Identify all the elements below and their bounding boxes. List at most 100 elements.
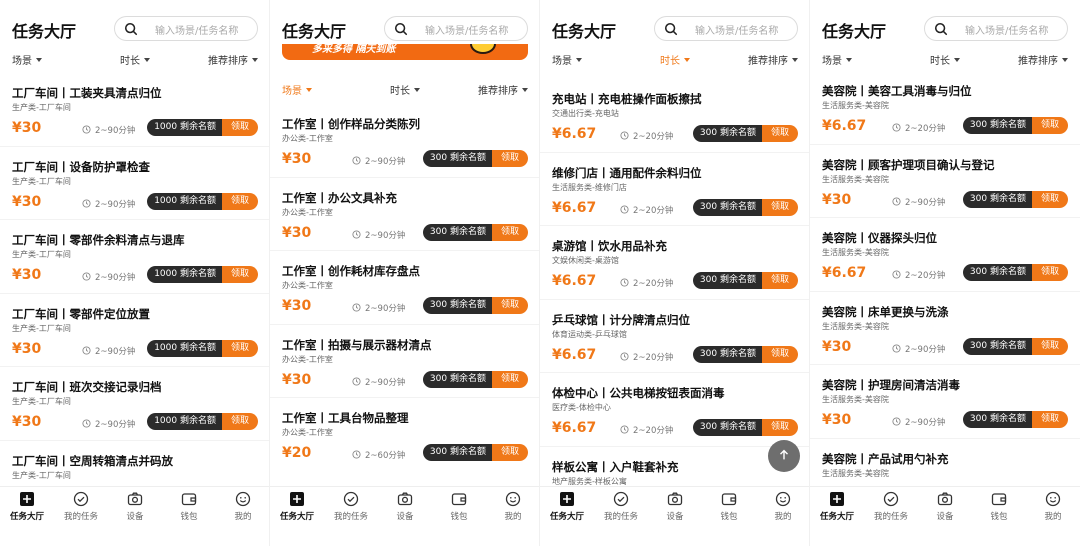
tab-task-hall[interactable]: 任务大厅 [810,491,864,529]
claim-button[interactable]: 领取 [491,370,528,388]
tab-wallet[interactable]: 钱包 [702,491,756,529]
task-card[interactable]: 工作室丨拍摄与展示器材清点 办公类-工作室 ¥30 2~90分钟 300 剩余名额 领取 [270,325,539,398]
claim-button[interactable]: 领取 [221,339,258,357]
quota-label: 剩余名额 [719,348,756,359]
task-category: 生活服务类-美容院 [822,174,889,184]
tab-device[interactable]: 设备 [648,491,702,529]
task-card[interactable]: 美容院丨美容工具消毒与归位 生活服务类-美容院 ¥6.67 2~20分钟 300 剩余名… [810,71,1080,144]
claim-button[interactable]: 领取 [491,444,528,461]
filter-sort[interactable]: 推荐排序 [208,52,258,67]
claim-button[interactable]: 领取 [1031,337,1068,355]
task-duration-text: 2~90分钟 [365,157,406,167]
task-card[interactable]: 工厂车间丨零部件定位放置 生产类-工厂车间 ¥30 2~90分钟 1000 剩余名额 领取 [0,294,269,367]
back-to-top-button[interactable] [768,440,800,472]
filter-scene[interactable]: 场景 [282,82,312,97]
filter-duration[interactable]: 时长 [120,52,150,67]
task-card[interactable]: 美容院丨顾客护理项目确认与登记 生活服务类-美容院 ¥30 2~90分钟 300 剩余名… [810,145,1080,218]
tab-profile[interactable]: 我的 [486,491,539,529]
tab-wallet[interactable]: 钱包 [162,491,216,529]
tab-label: 任务大厅 [9,512,44,522]
claim-button[interactable]: 领取 [761,125,798,142]
task-card[interactable]: 工作室丨办公文具补充 办公类-工作室 ¥30 2~90分钟 300 剩余名额 领取 [270,178,539,251]
search-input[interactable]: 输入场景/任务名称 [924,16,1068,41]
task-card[interactable]: 美容院丨仪器探头归位 生活服务类-美容院 ¥6.67 2~20分钟 300 剩余名额 领取 [810,218,1080,291]
task-name: 维修门店丨通用配件余料归位 [552,165,702,180]
task-duration: 2~90分钟 [352,155,405,167]
claim-button[interactable]: 领取 [491,297,528,314]
claim-button[interactable]: 领取 [491,150,528,167]
task-card[interactable]: 桌游馆丨饮水用品补充 文娱休闲类-桌游馆 ¥6.67 2~20分钟 300 剩余名额 领取 [540,226,809,299]
chevron-down-icon [414,88,420,92]
claim-button[interactable]: 领取 [221,119,258,136]
claim-button[interactable]: 领取 [221,192,258,210]
filter-sort[interactable]: 推荐排序 [748,52,798,67]
claim-button[interactable]: 领取 [1031,117,1068,134]
search-input[interactable]: 输入场景/任务名称 [384,16,528,41]
tab-task-hall[interactable]: 任务大厅 [270,491,324,529]
tab-device[interactable]: 设备 [378,491,432,529]
task-card[interactable]: 工作室丨创作耗材库存盘点 办公类-工作室 ¥30 2~90分钟 300 剩余名额 领取 [270,251,539,324]
claim-button[interactable]: 领取 [1031,411,1068,428]
wallet-icon [162,491,216,507]
remaining-quota: 300 剩余名额 [962,411,1032,428]
quota-label: 剩余名额 [719,275,756,285]
quota-count: 300 [429,447,448,457]
task-card[interactable]: 工厂车间丨工装夹具清点归位 生产类-工厂车间 ¥30 2~90分钟 1000 剩余名额领… [0,73,269,146]
task-card[interactable]: 工作室丨创作样品分类陈列 办公类-工作室 ¥30 2~90分钟 300 剩余名额 领取 [270,104,539,177]
chevron-down-icon [36,58,42,62]
filter-scene[interactable]: 场景 [12,52,42,67]
task-card[interactable]: 体检中心丨公共电梯按钮表面消毒 医疗类-体检中心 ¥6.67 2~20分钟 300 剩余… [540,373,809,446]
claim-button[interactable]: 领取 [221,413,258,430]
task-card[interactable]: 美容院丨床单更换与洗涤 生活服务类-美容院 ¥30 2~90分钟 300 剩余名额 领取 [810,292,1080,365]
claim-button[interactable]: 领取 [1031,264,1068,281]
task-duration: 2~20分钟 [892,269,945,281]
claim-button[interactable]: 领取 [221,266,258,283]
claim-button[interactable]: 领取 [761,419,798,436]
tab-profile[interactable]: 我的 [216,491,269,529]
tab-my-tasks[interactable]: 我的任务 [54,491,108,529]
task-card[interactable]: 美容院丨护理房间清洁消毒 生活服务类-美容院 ¥30 2~90分钟 300 剩余名额 领取 [810,365,1080,438]
task-card[interactable]: 维修门店丨通用配件余料归位 生活服务类-维修门店 ¥6.67 2~20分钟 300 剩余… [540,153,809,226]
filter-duration[interactable]: 时长 [390,82,420,97]
claim-button[interactable]: 领取 [761,198,798,216]
claim-button[interactable]: 领取 [761,272,798,289]
quota-label: 剩余名额 [989,414,1026,424]
tab-profile[interactable]: 我的 [1026,491,1080,529]
task-card[interactable]: 工厂车间丨零部件余料清点与退库 生产类-工厂车间 ¥30 2~90分钟 1000 剩余名… [0,220,269,293]
task-card[interactable]: 充电站丨充电桩操作面板擦拭 交通出行类-充电站 ¥6.67 2~20分钟 300 剩余名… [540,79,809,152]
claim-button[interactable]: 领取 [491,223,528,241]
task-card[interactable]: 乒乓球馆丨计分牌清点归位 体育运动类-乒乓球馆 ¥6.67 2~20分钟 300 剩余名… [540,300,809,373]
tab-device[interactable]: 设备 [108,491,162,529]
tab-task-hall[interactable]: 任务大厅 [540,491,594,529]
tab-my-tasks[interactable]: 我的任务 [864,491,918,529]
tab-task-hall[interactable]: 任务大厅 [0,491,54,529]
task-name: 体检中心丨公共电梯按钮表面消毒 [552,386,725,400]
profile-icon [486,491,539,507]
tab-profile[interactable]: 我的 [756,491,809,529]
task-duration-text: 2~90分钟 [905,344,946,355]
tab-my-tasks[interactable]: 我的任务 [324,491,378,529]
top-header: 任务大厅 输入场景/任务名称 [270,0,539,44]
search-input[interactable]: 输入场景/任务名称 [654,16,798,41]
claim-button[interactable]: 领取 [761,345,798,363]
chevron-down-icon [522,88,528,92]
filter-scene[interactable]: 场景 [552,52,582,67]
quota-count: 300 [699,275,718,285]
filter-sort[interactable]: 推荐排序 [1018,52,1068,67]
filter-sort[interactable]: 推荐排序 [478,82,528,97]
task-card[interactable]: 工作室丨工具台物品整理 办公类-工作室 ¥20 2~60分钟 300 剩余名额 领取 [270,398,539,471]
tab-my-tasks[interactable]: 我的任务 [594,491,648,529]
filter-duration[interactable]: 时长 [930,52,960,67]
tab-device[interactable]: 设备 [918,491,972,529]
filter-scene[interactable]: 场景 [822,52,852,67]
wallet-icon [702,491,756,507]
claim-button[interactable]: 领取 [1031,190,1068,208]
quota-count: 1000 [154,122,178,132]
task-card[interactable]: 工厂车间丨设备防护罩检查 生产类-工厂车间 ¥30 2~90分钟 1000 剩余名额 领取 [0,147,269,220]
tab-wallet[interactable]: 钱包 [432,491,486,529]
filter-duration[interactable]: 时长 [660,52,690,67]
search-input[interactable]: 输入场景/任务名称 [114,16,258,41]
task-card[interactable]: 工厂车间丨班次交接记录归档 生产类-工厂车间 ¥30 2~90分钟 1000 剩余名额领… [0,367,269,440]
tab-wallet[interactable]: 钱包 [972,491,1026,529]
quota-claim-group: 300 剩余名额 领取 [692,198,798,216]
